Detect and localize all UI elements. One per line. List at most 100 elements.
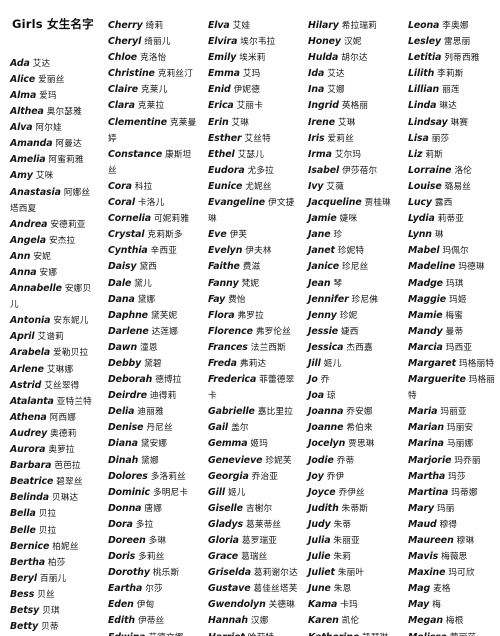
name-english: Ada xyxy=(10,57,30,69)
name-english: Evangeline xyxy=(208,197,266,209)
name-entry: Evelyn 伊夫林 xyxy=(208,243,298,259)
name-english: Althea xyxy=(10,106,44,118)
name-chinese: 黛娜 xyxy=(141,455,159,466)
name-entry: Diana 黛安娜 xyxy=(108,436,198,452)
name-chinese: 达莲娜 xyxy=(151,326,179,337)
name-chinese: 玛蒂娜 xyxy=(451,487,478,498)
name-chinese: 凯瑟琳 xyxy=(362,633,388,636)
name-entry: Gustave 葛佳丝塔芙 xyxy=(208,581,298,597)
name-chinese: 哈莉特 xyxy=(248,633,274,636)
name-entry: Emily 埃米莉 xyxy=(208,50,298,66)
name-english: Belle xyxy=(10,524,36,536)
name-chinese: 贾思琳 xyxy=(348,439,375,450)
name-english: Janet xyxy=(308,245,335,257)
name-english: Jenny xyxy=(308,309,337,321)
name-chinese: 奥德莉 xyxy=(50,428,77,439)
name-entry: Mamie 梅蜜 xyxy=(408,308,498,324)
name-english: Joa xyxy=(308,390,324,402)
name-chinese: 唐娜 xyxy=(144,503,162,514)
name-chinese: 婕西 xyxy=(340,326,359,337)
name-chinese: 艾瑟儿 xyxy=(237,149,265,160)
name-english: Lindsay xyxy=(408,116,448,128)
name-entry: Dinah 黛娜 xyxy=(108,453,198,469)
name-entry: Elva 艾娃 xyxy=(208,18,298,34)
name-entry: Ada 艾达 xyxy=(10,56,98,72)
name-english: Belinda xyxy=(10,492,49,504)
name-english: Betty xyxy=(10,621,39,633)
name-entry: Juliet 朱丽叶 xyxy=(308,565,398,581)
name-entry: Mavis 梅薇思 xyxy=(408,549,498,565)
name-english: Doris xyxy=(108,551,136,563)
name-chinese: 埃米莉 xyxy=(239,53,266,64)
name-entry: Daphne 黛芙妮 xyxy=(108,308,198,324)
name-english: Clara xyxy=(108,100,135,112)
name-entry: Mabel 玛佩尔 xyxy=(408,243,498,259)
name-entry: Beatrice 碧翠丝 xyxy=(10,474,98,490)
name-chinese: 玛可欣 xyxy=(448,568,475,579)
name-chinese: 艾丝特 xyxy=(244,133,271,144)
name-chinese: 尤多拉 xyxy=(247,165,274,176)
name-entry: Giselle 吉榭尔 xyxy=(208,501,298,517)
name-chinese: 玛乔丽 xyxy=(454,455,481,466)
name-english: Alva xyxy=(10,122,33,134)
name-english: Clementine xyxy=(108,116,167,128)
name-entry: Constance 康斯坦丝 xyxy=(108,147,198,179)
name-english: Arlene xyxy=(10,363,44,375)
name-english: Isabel xyxy=(308,164,340,176)
name-chinese: 关德琳 xyxy=(268,600,296,611)
name-english: Jennifer xyxy=(308,293,349,305)
name-chinese: 多拉 xyxy=(135,519,154,530)
name-entry: Lisa 丽莎 xyxy=(408,131,498,147)
name-chinese: 费怡 xyxy=(228,294,246,305)
name-entry: Lorraine 洛伦 xyxy=(408,163,498,179)
name-english: Edwina xyxy=(108,632,145,636)
name-chinese: 珍妮 xyxy=(339,310,358,321)
name-entry: Freda 弗莉达 xyxy=(208,356,298,372)
name-english: Aurora xyxy=(10,444,46,456)
name-column-4: Hilary 希拉瑞莉 Honey 汉妮 Hulda 胡尔达 Ida 艾达 Ina 艾娜 Ingri… xyxy=(300,18,400,636)
name-english: Linda xyxy=(408,100,437,112)
name-english: Karen xyxy=(308,615,339,627)
name-entry: Eudora 尤多拉 xyxy=(208,163,298,179)
name-english: Maud xyxy=(408,518,437,530)
name-entry: Genevieve 珍妮芙 xyxy=(208,453,298,469)
name-english: Maria xyxy=(408,406,438,418)
name-chinese: 马丽娜 xyxy=(446,439,474,450)
name-chinese: 艾丽卡 xyxy=(236,101,264,112)
name-entry: Mag 麦格 xyxy=(408,581,498,597)
name-entry: Daisy 黛西 xyxy=(108,259,198,275)
name-english: Cynthia xyxy=(108,245,148,257)
name-entry: Julia 朱丽亚 xyxy=(308,533,398,549)
name-english: Dorothy xyxy=(108,567,150,579)
name-chinese: 琴 xyxy=(333,278,343,289)
name-english: Katherine xyxy=(308,632,359,636)
name-entry: Annabelle 安娜贝儿 xyxy=(10,281,98,313)
name-entry: Irene 艾琳 xyxy=(308,115,398,131)
name-entry: Evangeline 伊文捷琳 xyxy=(208,195,298,227)
name-english: Irma xyxy=(308,148,332,160)
name-column-1: Girls 女生名字 Ada 艾达 Alice 爱丽丝 Alma 爱玛 Althea 奥尔瑟雅… xyxy=(0,17,100,636)
name-chinese: 艾尔玛 xyxy=(334,149,362,160)
name-english: Leona xyxy=(408,20,440,31)
name-chinese: 玛琪 xyxy=(445,278,464,289)
name-english: Gail xyxy=(208,422,229,434)
name-chinese: 葛佳丝塔芙 xyxy=(253,584,298,595)
name-english: Bess xyxy=(10,588,35,600)
name-chinese: 安娜 xyxy=(39,268,58,279)
name-chinese: 璐易丝 xyxy=(444,181,472,192)
name-english: Giselle xyxy=(208,502,243,514)
page-title: Girls 女生名字 xyxy=(12,17,94,31)
name-chinese: 柏莎 xyxy=(48,557,66,568)
name-english: Lydia xyxy=(408,213,435,225)
name-chinese: 梅根 xyxy=(445,616,464,627)
name-column-2: Cherry 绮莉 Cheryl 绮丽儿 Chloe 克洛怡 Christine 克莉丝汀 Cl… xyxy=(100,18,200,636)
name-english: Christine xyxy=(108,68,155,80)
name-english: Gladys xyxy=(208,518,244,530)
name-chinese: 穆琳 xyxy=(456,536,475,546)
name-entry: Jessie 婕西 xyxy=(308,324,398,340)
name-entry: Gloria 葛罗瑞亚 xyxy=(208,533,298,549)
name-entry: Bess 贝丝 xyxy=(10,587,98,603)
name-entry: Janice 珍尼丝 xyxy=(308,259,398,275)
name-english: Letitia xyxy=(408,52,442,64)
name-english: Kama xyxy=(308,599,338,611)
